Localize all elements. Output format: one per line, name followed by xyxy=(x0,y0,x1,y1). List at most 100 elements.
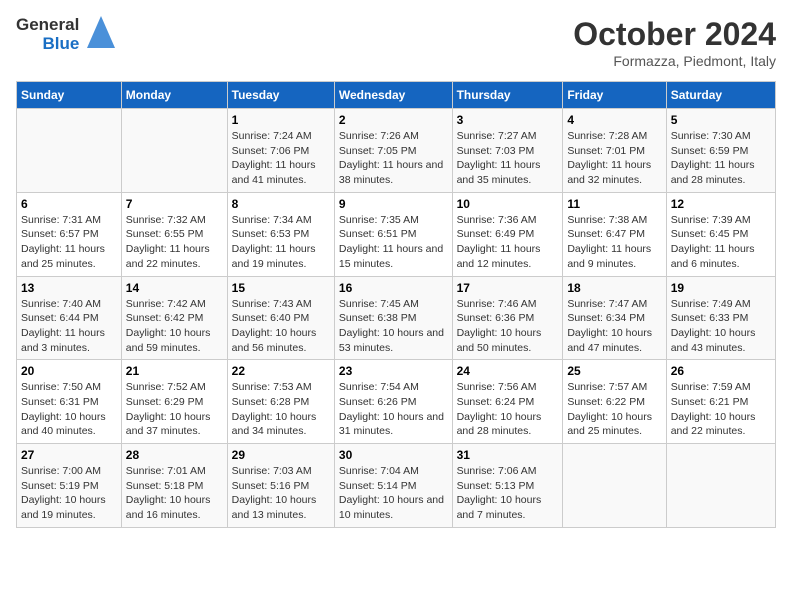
calendar-cell: 20 Sunrise: 7:50 AM Sunset: 6:31 PM Dayli… xyxy=(17,360,122,444)
day-info: Sunrise: 7:27 AM Sunset: 7:03 PM Dayligh… xyxy=(457,129,559,188)
day-info: Sunrise: 7:46 AM Sunset: 6:36 PM Dayligh… xyxy=(457,297,559,356)
day-info: Sunrise: 7:56 AM Sunset: 6:24 PM Dayligh… xyxy=(457,380,559,439)
day-info: Sunrise: 7:31 AM Sunset: 6:57 PM Dayligh… xyxy=(21,213,117,272)
calendar-cell: 10 Sunrise: 7:36 AM Sunset: 6:49 PM Dayli… xyxy=(452,192,563,276)
day-number: 18 xyxy=(567,281,661,295)
day-number: 30 xyxy=(339,448,448,462)
day-header-friday: Friday xyxy=(563,82,666,109)
calendar-week-row: 27Sunrise: 7:00 AM Sunset: 5:19 PM Dayli… xyxy=(17,444,776,528)
day-info: Sunrise: 7:59 AM Sunset: 6:21 PM Dayligh… xyxy=(671,380,771,439)
day-number: 25 xyxy=(567,364,661,378)
logo-general-text: General xyxy=(16,16,79,35)
day-number: 2 xyxy=(339,113,448,127)
logo-blue-text: Blue xyxy=(42,35,79,54)
day-info: Sunrise: 7:52 AM Sunset: 6:29 PM Dayligh… xyxy=(126,380,223,439)
calendar-cell: 21Sunrise: 7:52 AM Sunset: 6:29 PM Dayli… xyxy=(121,360,227,444)
location-subtitle: Formazza, Piedmont, Italy xyxy=(573,53,776,69)
calendar-cell: 6 Sunrise: 7:31 AM Sunset: 6:57 PM Daylig… xyxy=(17,192,122,276)
day-info: Sunrise: 7:24 AM Sunset: 7:06 PM Dayligh… xyxy=(232,129,330,188)
day-number: 14 xyxy=(126,281,223,295)
calendar-cell: 30 Sunrise: 7:04 AM Sunset: 5:14 PM Dayli… xyxy=(334,444,452,528)
calendar-week-row: 6 Sunrise: 7:31 AM Sunset: 6:57 PM Daylig… xyxy=(17,192,776,276)
day-info: Sunrise: 7:47 AM Sunset: 6:34 PM Dayligh… xyxy=(567,297,661,356)
day-header-thursday: Thursday xyxy=(452,82,563,109)
calendar-cell: 25 Sunrise: 7:57 AM Sunset: 6:22 PM Dayli… xyxy=(563,360,666,444)
day-number: 23 xyxy=(339,364,448,378)
day-number: 31 xyxy=(457,448,559,462)
day-info: Sunrise: 7:34 AM Sunset: 6:53 PM Dayligh… xyxy=(232,213,330,272)
day-number: 6 xyxy=(21,197,117,211)
day-info: Sunrise: 7:04 AM Sunset: 5:14 PM Dayligh… xyxy=(339,464,448,523)
day-info: Sunrise: 7:32 AM Sunset: 6:55 PM Dayligh… xyxy=(126,213,223,272)
day-number: 3 xyxy=(457,113,559,127)
calendar-week-row: 1Sunrise: 7:24 AM Sunset: 7:06 PM Daylig… xyxy=(17,109,776,193)
day-number: 29 xyxy=(232,448,330,462)
calendar-week-row: 20 Sunrise: 7:50 AM Sunset: 6:31 PM Dayli… xyxy=(17,360,776,444)
logo-icon xyxy=(87,16,115,53)
day-info: Sunrise: 7:03 AM Sunset: 5:16 PM Dayligh… xyxy=(232,464,330,523)
day-number: 19 xyxy=(671,281,771,295)
calendar-cell: 19Sunrise: 7:49 AM Sunset: 6:33 PM Dayli… xyxy=(666,276,775,360)
day-info: Sunrise: 7:28 AM Sunset: 7:01 PM Dayligh… xyxy=(567,129,661,188)
calendar-cell: 12 Sunrise: 7:39 AM Sunset: 6:45 PM Dayli… xyxy=(666,192,775,276)
calendar-cell: 4 Sunrise: 7:28 AM Sunset: 7:01 PM Daylig… xyxy=(563,109,666,193)
day-info: Sunrise: 7:26 AM Sunset: 7:05 PM Dayligh… xyxy=(339,129,448,188)
calendar-cell: 24 Sunrise: 7:56 AM Sunset: 6:24 PM Dayli… xyxy=(452,360,563,444)
calendar-cell: 31 Sunrise: 7:06 AM Sunset: 5:13 PM Dayli… xyxy=(452,444,563,528)
calendar-cell xyxy=(563,444,666,528)
calendar-cell: 8Sunrise: 7:34 AM Sunset: 6:53 PM Daylig… xyxy=(227,192,334,276)
calendar-cell xyxy=(666,444,775,528)
day-info: Sunrise: 7:45 AM Sunset: 6:38 PM Dayligh… xyxy=(339,297,448,356)
calendar-body: 1Sunrise: 7:24 AM Sunset: 7:06 PM Daylig… xyxy=(17,109,776,528)
day-header-wednesday: Wednesday xyxy=(334,82,452,109)
calendar-cell: 29 Sunrise: 7:03 AM Sunset: 5:16 PM Dayli… xyxy=(227,444,334,528)
day-info: Sunrise: 7:43 AM Sunset: 6:40 PM Dayligh… xyxy=(232,297,330,356)
day-number: 4 xyxy=(567,113,661,127)
day-number: 9 xyxy=(339,197,448,211)
day-info: Sunrise: 7:42 AM Sunset: 6:42 PM Dayligh… xyxy=(126,297,223,356)
day-number: 26 xyxy=(671,364,771,378)
day-header-monday: Monday xyxy=(121,82,227,109)
calendar-table: SundayMondayTuesdayWednesdayThursdayFrid… xyxy=(16,81,776,528)
calendar-cell: 14 Sunrise: 7:42 AM Sunset: 6:42 PM Dayli… xyxy=(121,276,227,360)
day-info: Sunrise: 7:36 AM Sunset: 6:49 PM Dayligh… xyxy=(457,213,559,272)
day-number: 16 xyxy=(339,281,448,295)
calendar-cell: 28Sunrise: 7:01 AM Sunset: 5:18 PM Dayli… xyxy=(121,444,227,528)
month-title: October 2024 xyxy=(573,16,776,53)
day-number: 13 xyxy=(21,281,117,295)
day-info: Sunrise: 7:01 AM Sunset: 5:18 PM Dayligh… xyxy=(126,464,223,523)
day-header-sunday: Sunday xyxy=(17,82,122,109)
calendar-header-row: SundayMondayTuesdayWednesdayThursdayFrid… xyxy=(17,82,776,109)
day-info: Sunrise: 7:06 AM Sunset: 5:13 PM Dayligh… xyxy=(457,464,559,523)
day-number: 11 xyxy=(567,197,661,211)
day-info: Sunrise: 7:39 AM Sunset: 6:45 PM Dayligh… xyxy=(671,213,771,272)
day-info: Sunrise: 7:57 AM Sunset: 6:22 PM Dayligh… xyxy=(567,380,661,439)
calendar-cell: 22 Sunrise: 7:53 AM Sunset: 6:28 PM Dayli… xyxy=(227,360,334,444)
calendar-cell: 11Sunrise: 7:38 AM Sunset: 6:47 PM Dayli… xyxy=(563,192,666,276)
calendar-cell: 18 Sunrise: 7:47 AM Sunset: 6:34 PM Dayli… xyxy=(563,276,666,360)
page-header: General Blue October 2024 Formazza, Pied… xyxy=(16,16,776,69)
day-header-saturday: Saturday xyxy=(666,82,775,109)
day-number: 24 xyxy=(457,364,559,378)
calendar-cell: 2 Sunrise: 7:26 AM Sunset: 7:05 PM Daylig… xyxy=(334,109,452,193)
day-info: Sunrise: 7:30 AM Sunset: 6:59 PM Dayligh… xyxy=(671,129,771,188)
calendar-cell: 17Sunrise: 7:46 AM Sunset: 6:36 PM Dayli… xyxy=(452,276,563,360)
day-number: 12 xyxy=(671,197,771,211)
calendar-cell: 23Sunrise: 7:54 AM Sunset: 6:26 PM Dayli… xyxy=(334,360,452,444)
day-info: Sunrise: 7:40 AM Sunset: 6:44 PM Dayligh… xyxy=(21,297,117,356)
title-block: October 2024 Formazza, Piedmont, Italy xyxy=(573,16,776,69)
day-info: Sunrise: 7:35 AM Sunset: 6:51 PM Dayligh… xyxy=(339,213,448,272)
calendar-cell: 16 Sunrise: 7:45 AM Sunset: 6:38 PM Dayli… xyxy=(334,276,452,360)
calendar-week-row: 13 Sunrise: 7:40 AM Sunset: 6:44 PM Dayli… xyxy=(17,276,776,360)
calendar-cell: 5Sunrise: 7:30 AM Sunset: 6:59 PM Daylig… xyxy=(666,109,775,193)
calendar-cell xyxy=(121,109,227,193)
calendar-cell: 15Sunrise: 7:43 AM Sunset: 6:40 PM Dayli… xyxy=(227,276,334,360)
day-info: Sunrise: 7:50 AM Sunset: 6:31 PM Dayligh… xyxy=(21,380,117,439)
logo: General Blue xyxy=(16,16,115,53)
day-number: 10 xyxy=(457,197,559,211)
day-number: 22 xyxy=(232,364,330,378)
day-number: 20 xyxy=(21,364,117,378)
calendar-cell: 1Sunrise: 7:24 AM Sunset: 7:06 PM Daylig… xyxy=(227,109,334,193)
calendar-cell xyxy=(17,109,122,193)
day-info: Sunrise: 7:53 AM Sunset: 6:28 PM Dayligh… xyxy=(232,380,330,439)
